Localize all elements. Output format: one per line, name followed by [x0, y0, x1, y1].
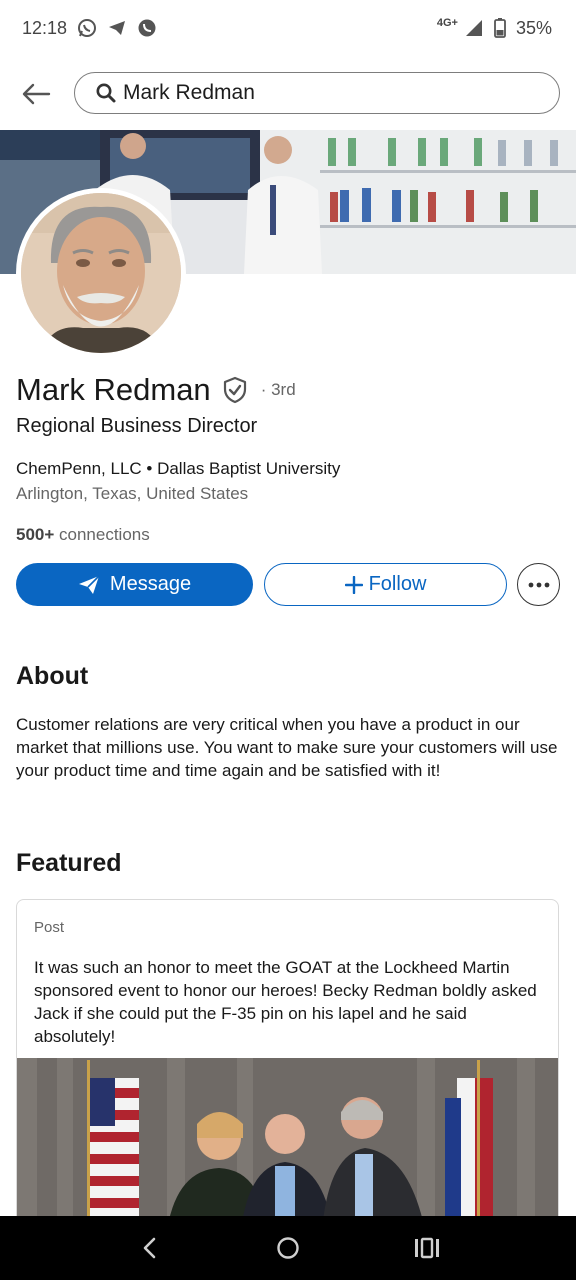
- more-horizontal-icon: [528, 582, 549, 587]
- message-button-label: Message: [109, 573, 192, 595]
- profile-headline: Regional Business Director: [16, 415, 258, 437]
- whatsapp-icon: [77, 18, 97, 38]
- connection-degree: · 3rd: [260, 380, 296, 399]
- follow-button[interactable]: Follow: [264, 563, 507, 606]
- back-button[interactable]: [18, 76, 54, 112]
- status-left: 12:18: [22, 18, 157, 39]
- plus-icon: [344, 575, 363, 594]
- viber-icon: [137, 18, 157, 38]
- featured-post-text: It was such an honor to meet the GOAT at…: [34, 958, 537, 1046]
- about-section-title: About: [16, 662, 89, 690]
- nav-home-button[interactable]: [268, 1228, 308, 1268]
- telegram-icon: [107, 18, 127, 38]
- connections-number: 500+: [16, 525, 55, 544]
- more-options-button[interactable]: [517, 563, 560, 606]
- featured-post-card[interactable]: Post It was such an honor to meet the GO…: [16, 899, 559, 1229]
- battery-level: 35%: [515, 17, 552, 38]
- status-right: 4G+ 35%: [436, 17, 552, 39]
- featured-post-image: [17, 1058, 558, 1228]
- system-nav-bar: [0, 1216, 576, 1280]
- connections-count[interactable]: 500+ connections: [16, 525, 150, 545]
- network-type: 4G+: [436, 17, 458, 29]
- verified-shield-icon[interactable]: [221, 376, 249, 404]
- profile-name-row: Mark Redman · 3rd: [16, 372, 296, 408]
- search-input[interactable]: Mark Redman: [74, 72, 560, 114]
- nav-back-button[interactable]: [129, 1228, 169, 1268]
- signal-icon: [464, 18, 484, 38]
- search-query: Mark Redman: [123, 81, 255, 104]
- home-circle-icon: [277, 1237, 299, 1259]
- search-icon: [95, 82, 117, 104]
- profile-actions: Message Follow: [16, 563, 560, 607]
- status-time: 12:18: [22, 17, 68, 38]
- profile-avatar[interactable]: [16, 188, 186, 358]
- profile-company-education[interactable]: ChemPenn, LLC • Dallas Baptist Universit…: [16, 459, 340, 479]
- about-text: Customer relations are very critical whe…: [16, 715, 558, 780]
- featured-post-type: Post: [34, 919, 65, 936]
- nav-recents-button[interactable]: [407, 1228, 447, 1268]
- featured-section-title: Featured: [16, 849, 122, 877]
- follow-button-label: Follow: [368, 573, 427, 595]
- profile-location: Arlington, Texas, United States: [16, 484, 249, 503]
- recents-icon: [414, 1237, 439, 1259]
- chevron-left-icon: [144, 1237, 156, 1259]
- profile-photo: [21, 193, 181, 353]
- message-button[interactable]: Message: [16, 563, 253, 606]
- battery-icon: [490, 18, 510, 38]
- status-bar: 12:18 4G+ 35%: [0, 0, 576, 56]
- search-header: Mark Redman: [0, 70, 576, 116]
- profile-name: Mark Redman: [16, 372, 211, 407]
- arrow-left-icon: [22, 83, 51, 105]
- send-icon: [78, 574, 100, 594]
- connections-label: connections: [54, 525, 150, 544]
